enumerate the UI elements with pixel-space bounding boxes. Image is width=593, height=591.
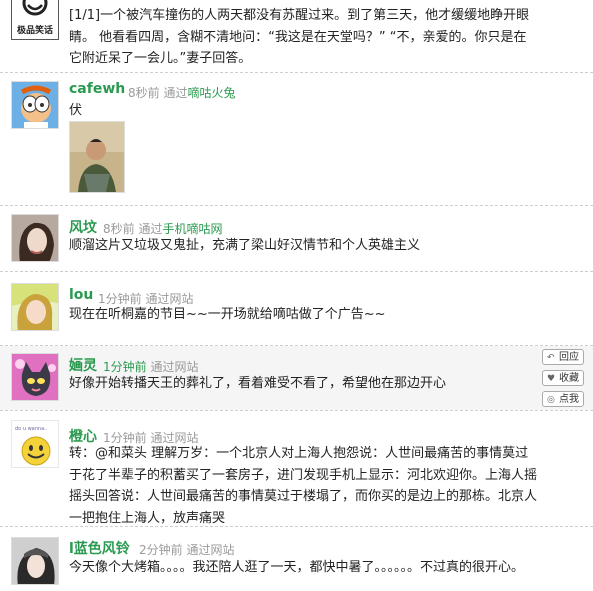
post-text: 好像开始转播天王的葬礼了，看着难受不看了，希望他在那边开心 — [69, 376, 447, 391]
via-label: 通过 — [163, 86, 188, 100]
favorite-label: 收藏 — [559, 373, 579, 384]
favorite-button[interactable]: ♥ 收藏 — [542, 370, 584, 386]
avatar-caption: 极品笑话 — [16, 26, 53, 36]
post-time[interactable]: 8秒前 — [128, 86, 160, 100]
poke-button[interactable]: ◎ 点我 — [542, 391, 584, 407]
svg-text:do u wanna..: do u wanna.. — [15, 426, 48, 432]
portrait-avatar-icon — [12, 538, 58, 584]
post-image-thumbnail[interactable] — [69, 121, 125, 193]
post-source[interactable]: 网站 — [210, 543, 234, 557]
avatar[interactable] — [11, 283, 59, 331]
list-item: 极品笑话 [1/1]一个被汽车撞伤的人两天都没有苏醒过来。到了第三天，他才缓缓地… — [0, 0, 593, 72]
via-label: 通过 — [186, 543, 211, 557]
post-time[interactable]: 8秒前 — [103, 222, 135, 236]
cat-avatar-icon — [12, 354, 58, 400]
cartoon-avatar-icon — [12, 82, 58, 128]
portrait-avatar-icon — [12, 215, 58, 261]
post-text: 转：@和菜头 理解万岁：一个北京人对上海人抱怨说：人世间最痛苦的事情莫过于花了半… — [69, 446, 538, 526]
post-text: 现在在听桐嘉的节目~~一开场就给嘀咕做了个广告~~ — [69, 307, 386, 322]
avatar[interactable] — [11, 81, 59, 129]
avatar[interactable] — [11, 214, 59, 262]
post-actions: ↶ 回应 ♥ 收藏 ◎ 点我 — [542, 349, 584, 412]
via-label: 通过 — [138, 222, 163, 236]
avatar[interactable] — [11, 537, 59, 585]
author-name[interactable]: 婳灵 — [69, 355, 97, 375]
list-item: 婳灵 1分钟前 通过网站 好像开始转播天王的葬礼了，看着难受不看了，希望他在那边… — [0, 346, 593, 410]
list-item: 风坟 8秒前 通过手机嘀咕网 顺溜这片又垃圾又鬼扯，充满了梁山好汉情节和个人英雄… — [0, 206, 593, 271]
poke-label: 点我 — [559, 394, 579, 405]
post-meta: 2分钟前 通过网站 — [139, 541, 235, 558]
via-label: 通过 — [150, 360, 175, 374]
avatar[interactable]: do u wanna.. — [11, 420, 59, 468]
post-text: [1/1]一个被汽车撞伤的人两天都没有苏醒过来。到了第三天，他才缓缓地睁开眼睛。… — [69, 8, 530, 66]
author-name[interactable]: cafewh — [69, 81, 125, 97]
target-icon: ◎ — [547, 395, 555, 405]
post-source[interactable]: 网站 — [174, 360, 198, 374]
list-item: do u wanna.. 橙心 1分钟前 通过网站 转：@和菜头 理解万岁：一个… — [0, 411, 593, 526]
author-name[interactable]: lou — [69, 287, 93, 303]
post-text: 顺溜这片又垃圾又鬼扯，充满了梁山好汉情节和个人英雄主义 — [69, 238, 421, 253]
emoji-avatar-icon: do u wanna.. — [12, 421, 58, 467]
post-text: 今天像个大烤箱。。。。我还陪人逛了一天，都快中暑了。。。。。。不过真的很开心。 — [69, 560, 525, 575]
post-meta: 8秒前 通过嘀咕火兔 — [128, 84, 236, 101]
author-name[interactable]: 风坟 — [69, 217, 97, 237]
photo-thumbnail-icon — [70, 122, 124, 192]
author-name[interactable]: l蓝色风铃 — [69, 538, 130, 558]
list-item: l蓝色风铃 2分钟前 通过网站 今天像个大烤箱。。。。我还陪人逛了一天，都快中暑… — [0, 527, 593, 591]
portrait-avatar-icon — [12, 284, 58, 330]
post-time[interactable]: 2分钟前 — [139, 543, 183, 557]
avatar[interactable]: 极品笑话 — [11, 0, 59, 40]
avatar[interactable] — [11, 353, 59, 401]
reply-label: 回应 — [559, 352, 579, 363]
heart-icon: ♥ — [547, 374, 556, 384]
post-time[interactable]: 1分钟前 — [103, 360, 147, 374]
list-item: lou 1分钟前 通过网站 现在在听桐嘉的节目~~一开场就给嘀咕做了个广告~~ — [0, 272, 593, 345]
reply-button[interactable]: ↶ 回应 — [542, 349, 584, 365]
post-text: 伏 — [69, 103, 83, 118]
post-source[interactable]: 手机嘀咕网 — [162, 222, 222, 236]
reply-icon: ↶ — [547, 353, 555, 363]
post-source[interactable]: 嘀咕火兔 — [187, 86, 235, 100]
list-item: cafewh 8秒前 通过嘀咕火兔 伏 — [0, 73, 593, 205]
